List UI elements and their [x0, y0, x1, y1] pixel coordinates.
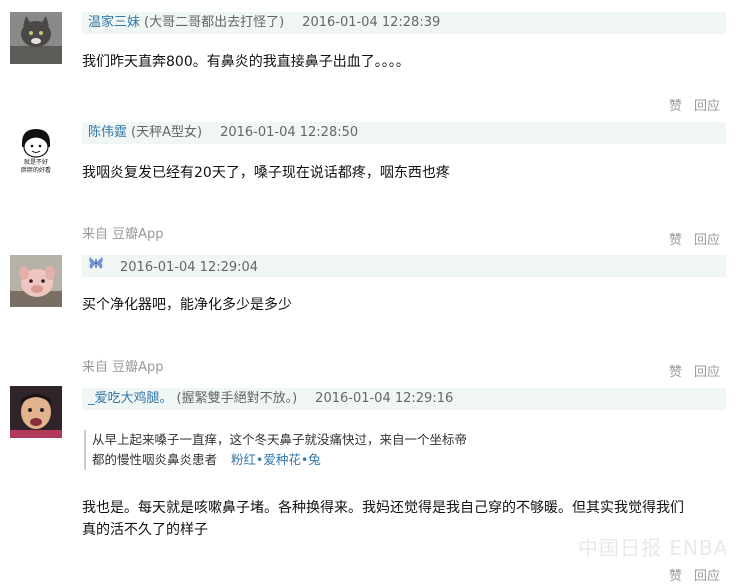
comment-meta: 陈伟霆 (天秤A型女) 2016-01-04 12:28:50: [82, 122, 726, 144]
comment-actions: 赞回应: [657, 229, 720, 248]
like-button[interactable]: 赞: [669, 233, 682, 248]
comment-time: 2016-01-04 12:29:16: [315, 391, 454, 406]
comment-time: 2016-01-04 12:28:50: [220, 125, 359, 140]
user-signature: (握緊雙手絕對不放。): [176, 391, 298, 406]
avatar-caption: 胖胖的好看: [21, 166, 51, 174]
comment-text: 买个净化器吧，能净化多少是多少: [82, 297, 292, 313]
user-signature: (大哥二哥都出去打怪了): [144, 15, 285, 30]
comment-source: 来自 豆瓣App: [82, 360, 164, 375]
like-button[interactable]: 赞: [669, 569, 682, 584]
quote-text: 从早上起来嗓子一直痒，这个冬天鼻子就没痛快过，来自一个坐标帝: [92, 432, 468, 447]
avatar[interactable]: [10, 386, 62, 438]
comment-text: 我们昨天直奔800。有鼻炎的我直接鼻子出血了。。。。: [82, 54, 410, 70]
avatar-caption: 就是不好: [24, 158, 48, 166]
like-button[interactable]: 赞: [669, 365, 682, 380]
comment-actions: 赞回应: [657, 95, 720, 114]
comment-meta: _爱吃大鸡腿。 (握緊雙手絕對不放。) 2016-01-04 12:29:16: [82, 388, 726, 410]
comment-meta: 温家三妹 (大哥二哥都出去打怪了) 2016-01-04 12:28:39: [82, 12, 726, 34]
reply-button[interactable]: 回应: [694, 233, 720, 248]
avatar[interactable]: [10, 12, 62, 64]
butterfly-icon: [88, 255, 104, 279]
reply-button[interactable]: 回应: [694, 99, 720, 114]
reply-button[interactable]: 回应: [694, 365, 720, 380]
avatar[interactable]: 就是不好 胖胖的好看: [10, 123, 62, 175]
comment-meta: 2016-01-04 12:29:04: [82, 255, 726, 277]
like-button[interactable]: 赞: [669, 99, 682, 114]
username-link[interactable]: _爱吃大鸡腿。: [88, 391, 173, 406]
comment-time: 2016-01-04 12:28:39: [302, 15, 441, 30]
watermark: 中国日报 ENBA: [578, 536, 729, 560]
quoted-comment: 从早上起来嗓子一直痒，这个冬天鼻子就没痛快过，来自一个坐标帝 都的慢性咽炎鼻炎患…: [84, 430, 592, 470]
quote-author-tags[interactable]: 粉红•爱种花•兔: [231, 452, 321, 467]
comment-text: 我咽炎复发已经有20天了，嗓子现在说话都疼，咽东西也疼: [82, 165, 450, 181]
comment-actions: 赞回应: [657, 565, 720, 584]
comment-text-line: 我也是。每天就是咳嗽鼻子堵。各种换得来。我妈还觉得是我自己穿的不够暖。但其实我觉…: [82, 500, 684, 516]
username-link[interactable]: 陈伟霆: [88, 125, 127, 140]
username-link[interactable]: 温家三妹: [88, 15, 140, 30]
quote-text: 都的慢性咽炎鼻炎患者: [92, 452, 218, 467]
comment-actions: 赞回应: [657, 361, 720, 380]
comment-time: 2016-01-04 12:29:04: [120, 259, 259, 275]
user-signature: (天秤A型女): [131, 125, 203, 140]
reply-button[interactable]: 回应: [694, 569, 720, 584]
avatar[interactable]: [10, 255, 62, 307]
comment-source: 来自 豆瓣App: [82, 227, 164, 242]
